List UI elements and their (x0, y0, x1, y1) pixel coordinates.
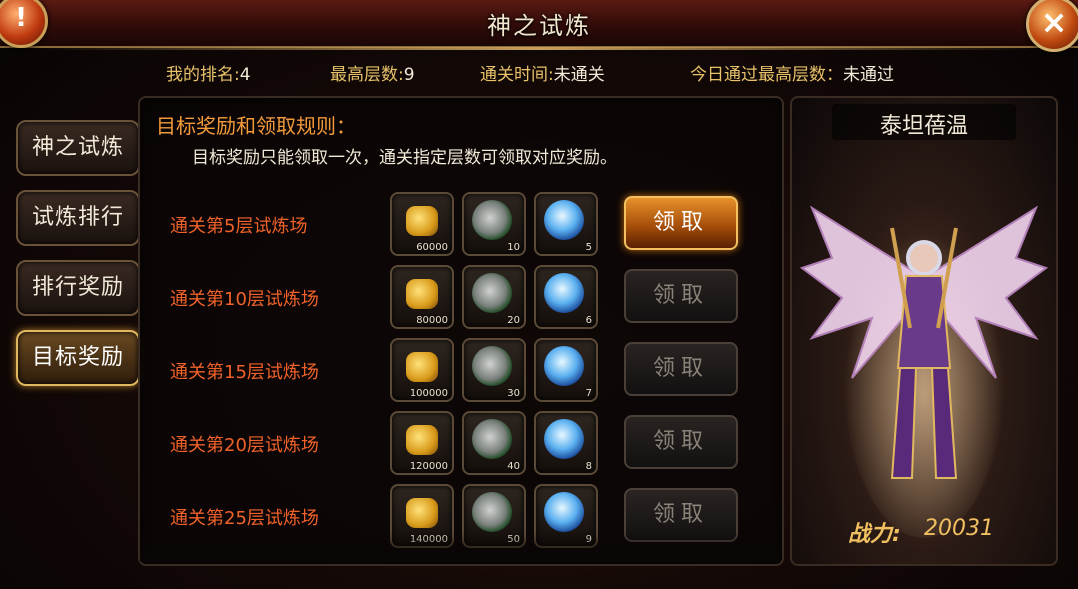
alert-icon: ! (15, 3, 27, 33)
stat-clear-time-label: 通关时间: (480, 65, 554, 85)
stat-clear-time: 通关时间:未通关 (480, 60, 605, 85)
stat-rank: 我的排名:4 (166, 60, 251, 85)
gold-coin-icon (406, 206, 438, 236)
gold-coin-icon (406, 498, 438, 528)
crystal-orb-icon (544, 200, 584, 240)
gold-reward[interactable]: 120000 (390, 411, 454, 475)
stat-today-max: 今日通过最高层数：未通过 (690, 60, 894, 85)
gold-reward[interactable]: 80000 (390, 265, 454, 329)
stone-count: 20 (507, 315, 520, 326)
stone-orb-icon (472, 346, 512, 386)
reward-row-label: 通关第15层试炼场 (170, 362, 319, 383)
hero-name: 泰坦蓓温 (879, 114, 968, 139)
stone-reward[interactable]: 30 (462, 338, 526, 402)
stone-reward[interactable]: 10 (462, 192, 526, 256)
gold-coin-icon (406, 352, 438, 382)
gold-count: 80000 (416, 315, 448, 326)
reward-row: 通关第5层试炼场 60000 10 5 领取 (150, 192, 770, 258)
reward-row-label: 通关第25层试炼场 (170, 508, 319, 529)
crystal-count: 8 (585, 461, 592, 472)
crystal-orb-icon (544, 492, 584, 532)
tab-god-trial[interactable]: 神之试炼 (16, 120, 140, 176)
gold-reward[interactable]: 100000 (390, 338, 454, 402)
rules-text: 目标奖励只能领取一次，通关指定层数可领取对应奖励。 (192, 148, 617, 168)
stone-orb-icon (472, 200, 512, 240)
title-bar: 神之试炼 (0, 0, 1078, 50)
gold-coin-icon (406, 279, 438, 309)
reward-row: 通关第15层试炼场 100000 30 7 领取 (150, 338, 770, 404)
power-value: 20031 (924, 516, 994, 541)
crystal-reward[interactable]: 5 (534, 192, 598, 256)
reward-row-label: 通关第10层试炼场 (170, 289, 319, 310)
rules-title: 目标奖励和领取规则： (156, 114, 356, 138)
list-fade (140, 532, 780, 562)
stat-rank-value: 4 (239, 65, 251, 85)
crystal-orb-icon (544, 273, 584, 313)
crystal-reward[interactable]: 7 (534, 338, 598, 402)
stone-orb-icon (472, 419, 512, 459)
stat-rank-label: 我的排名: (166, 65, 240, 85)
hero-figure (799, 205, 1049, 538)
stone-orb-icon (472, 492, 512, 532)
stat-clear-time-value: 未通关 (553, 65, 605, 85)
hero-panel: 泰坦蓓温 战力: 20031 (790, 96, 1058, 566)
stat-max-layer-value: 9 (403, 65, 415, 85)
reward-row-label: 通关第5层试炼场 (170, 216, 308, 237)
gold-count: 60000 (416, 242, 448, 253)
claim-button[interactable]: 领取 (624, 342, 738, 396)
crystal-orb-icon (544, 419, 584, 459)
tab-trial-ranking[interactable]: 试炼排行 (16, 190, 140, 246)
crystal-count: 7 (585, 388, 592, 399)
tab-ranking-rewards[interactable]: 排行奖励 (16, 260, 140, 316)
reward-row: 通关第20层试炼场 120000 40 8 领取 (150, 411, 770, 477)
gold-count: 120000 (409, 461, 448, 472)
stat-today-label: 今日通过最高层数： (690, 65, 843, 85)
power-label: 战力: (848, 522, 901, 547)
stone-reward[interactable]: 20 (462, 265, 526, 329)
reward-row-label: 通关第20层试炼场 (170, 435, 319, 456)
stat-today-value: 未通过 (843, 65, 894, 85)
claim-button[interactable]: 领取 (624, 415, 738, 469)
gold-count: 100000 (409, 388, 448, 399)
stone-count: 10 (507, 242, 520, 253)
close-button[interactable]: × (1026, 0, 1078, 52)
crystal-orb-icon (544, 346, 584, 386)
reward-row: 通关第10层试炼场 80000 20 6 领取 (150, 265, 770, 331)
hero-head (906, 240, 942, 276)
stone-count: 40 (507, 461, 520, 472)
stone-count: 30 (507, 388, 520, 399)
claim-button[interactable]: 领取 (624, 269, 738, 323)
claim-button[interactable]: 领取 (624, 196, 738, 250)
crystal-reward[interactable]: 6 (534, 265, 598, 329)
stone-orb-icon (472, 273, 512, 313)
tab-target-rewards[interactable]: 目标奖励 (16, 330, 140, 386)
window-title: 神之试炼 (487, 12, 591, 40)
crystal-reward[interactable]: 8 (534, 411, 598, 475)
gold-coin-icon (406, 425, 438, 455)
gold-reward[interactable]: 60000 (390, 192, 454, 256)
crystal-count: 6 (585, 315, 592, 326)
hero-torso (896, 275, 952, 369)
title-trim (40, 47, 1038, 50)
stat-max-layer: 最高层数:9 (330, 60, 415, 85)
stone-reward[interactable]: 40 (462, 411, 526, 475)
game-window: 神之试炼 ! × 我的排名:4 最高层数:9 通关时间:未通关 今日通过最高层数… (0, 0, 1078, 589)
close-icon: × (1040, 3, 1068, 41)
crystal-count: 5 (585, 242, 592, 253)
stat-max-layer-label: 最高层数: (330, 65, 404, 85)
